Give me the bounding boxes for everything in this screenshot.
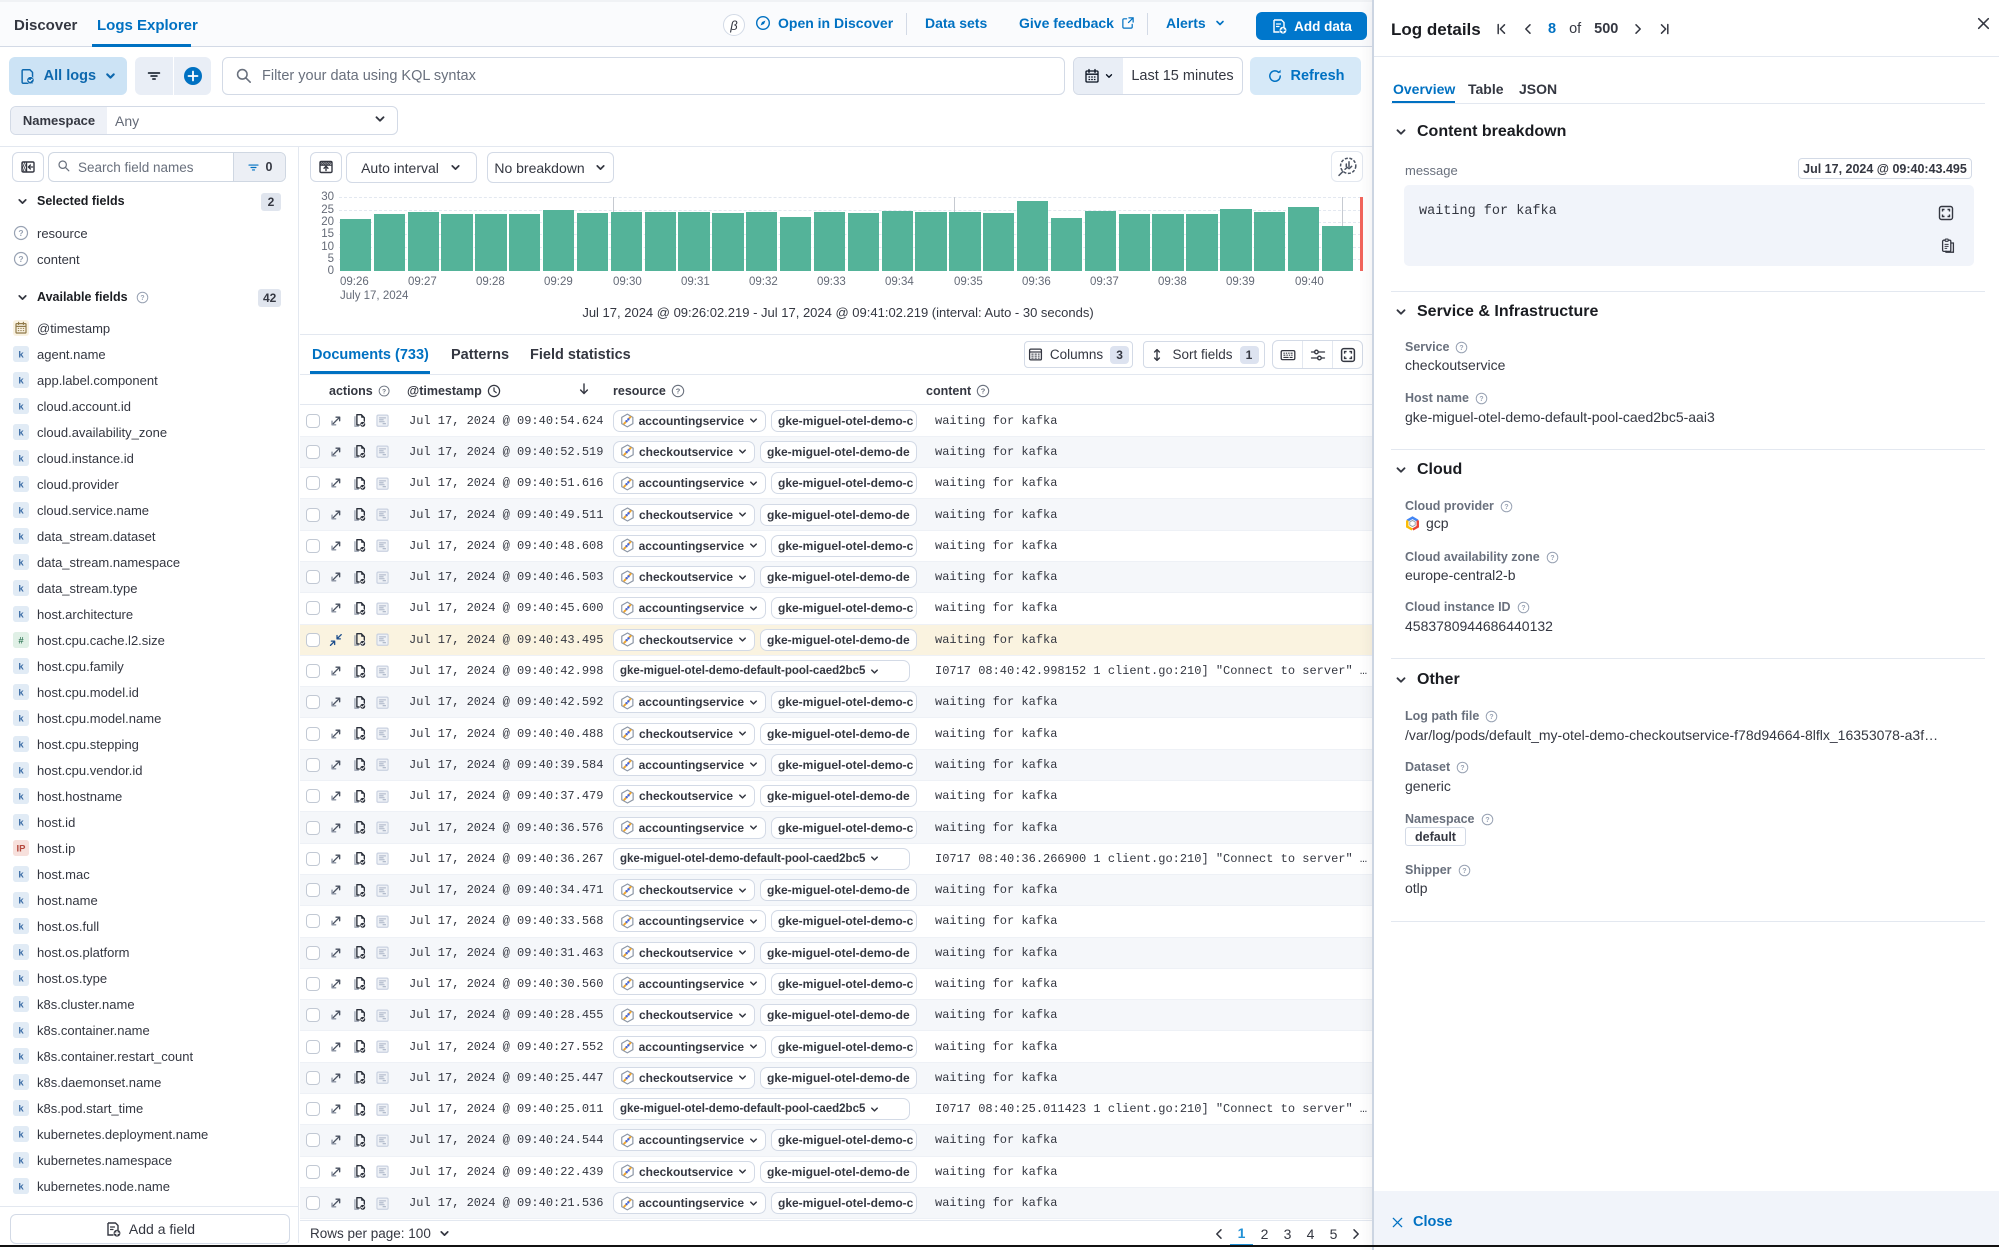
svg-text:k: k [18,922,24,933]
svg-text:k: k [18,454,24,465]
svg-text:?: ? [1504,503,1508,510]
svg-text:k: k [18,1026,24,1037]
svg-text:k: k [18,662,24,673]
svg-text:k: k [18,558,24,569]
svg-text:?: ? [140,294,144,301]
svg-text:k: k [18,350,24,361]
svg-text:?: ? [1462,867,1466,874]
svg-text:k: k [18,532,24,543]
svg-text:k: k [18,1000,24,1011]
svg-text:k: k [18,948,24,959]
svg-text:k: k [18,1104,24,1115]
svg-text:k: k [18,402,24,413]
svg-text:k: k [18,1130,24,1141]
svg-text:k: k [18,688,24,699]
svg-text:k: k [18,1078,24,1089]
svg-text:k: k [18,740,24,751]
svg-text:k: k [18,1156,24,1167]
svg-text:k: k [18,506,24,517]
svg-text:?: ? [1460,344,1464,351]
svg-text:k: k [18,896,24,907]
svg-text:k: k [18,818,24,829]
svg-text:k: k [18,1182,24,1193]
svg-text:k: k [18,480,24,491]
svg-text:k: k [18,792,24,803]
svg-text:?: ? [1485,816,1489,823]
svg-text:k: k [18,714,24,725]
svg-text:k: k [18,870,24,881]
svg-text:k: k [18,610,24,621]
svg-text:IP: IP [17,844,27,855]
svg-text:?: ? [1461,764,1465,771]
svg-text:?: ? [18,254,23,264]
svg-text:?: ? [1490,713,1494,720]
svg-text:k: k [18,376,24,387]
svg-text:k: k [18,428,24,439]
svg-text:#: # [18,636,24,647]
svg-text:?: ? [1479,395,1483,402]
svg-text:k: k [18,1052,24,1063]
svg-text:k: k [18,584,24,595]
svg-text:?: ? [1521,604,1525,611]
svg-text:k: k [18,974,24,985]
svg-text:?: ? [1550,554,1554,561]
svg-text:?: ? [981,386,986,395]
svg-text:k: k [18,766,24,777]
svg-text:?: ? [18,228,23,238]
svg-text:?: ? [676,386,681,395]
svg-text:?: ? [382,388,386,395]
